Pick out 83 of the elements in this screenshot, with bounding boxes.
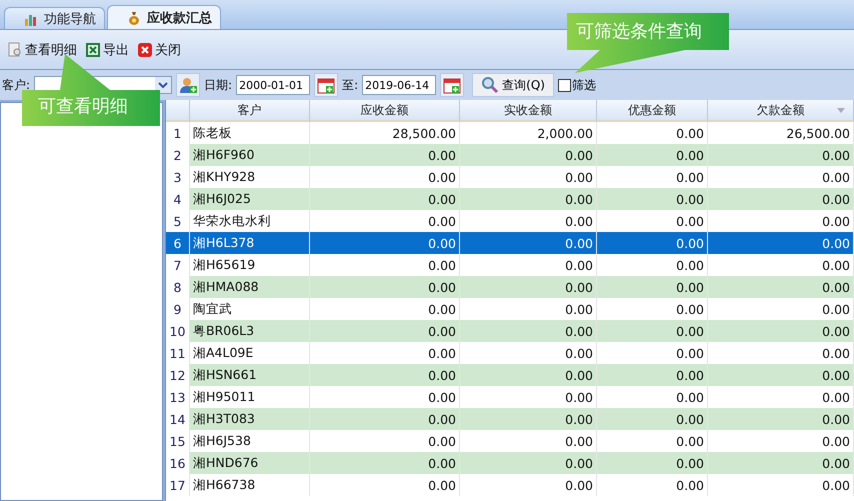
row-number: 13 — [166, 386, 190, 408]
toolbar-button[interactable]: 导出 — [84, 38, 130, 60]
tab[interactable]: 功能导航 — [4, 7, 105, 29]
row-number: 17 — [166, 474, 190, 496]
table-cell: 湘H6J025 — [190, 188, 310, 210]
query-button[interactable]: 查询(Q) — [472, 73, 554, 97]
filter-checkbox[interactable]: 筛选 — [558, 76, 596, 94]
to-label: 至: — [342, 76, 358, 94]
table-cell: 0.00 — [310, 408, 460, 430]
table-cell: 0.00 — [597, 408, 708, 430]
row-number: 15 — [166, 430, 190, 452]
table-cell: 0.00 — [708, 144, 854, 166]
corner-header — [166, 100, 190, 122]
spreadsheet-icon — [85, 42, 101, 58]
column-header[interactable]: 应收金额 — [310, 100, 460, 122]
table-cell: 湘H6L378 — [190, 232, 310, 254]
search-icon — [481, 76, 500, 94]
table-cell: 湘H3T083 — [190, 408, 310, 430]
table-cell: 0.00 — [460, 232, 597, 254]
document-search-icon — [7, 42, 23, 58]
add-customer-button[interactable] — [176, 73, 200, 97]
column-header[interactable]: 优惠金额 — [597, 100, 708, 122]
table-cell: 0.00 — [708, 320, 854, 342]
table-cell: 0.00 — [460, 364, 597, 386]
table-cell: 0.00 — [460, 144, 597, 166]
table-cell: 0.00 — [708, 452, 854, 474]
row-number: 3 — [166, 166, 190, 188]
money-bag-icon — [126, 10, 142, 26]
column-header[interactable]: 实收金额 — [460, 100, 597, 122]
row-number: 9 — [166, 298, 190, 320]
row-number: 6 — [166, 232, 190, 254]
table-cell: 湘HSN661 — [190, 364, 310, 386]
table-cell: 0.00 — [460, 408, 597, 430]
start-date-field[interactable]: 2000-01-01 — [236, 75, 310, 95]
table-cell: 湘H6F960 — [190, 144, 310, 166]
table-cell: 0.00 — [460, 452, 597, 474]
table-cell: 0.00 — [597, 232, 708, 254]
callout-text: 可查看明细 — [38, 95, 128, 118]
table-cell: 0.00 — [597, 276, 708, 298]
table-cell: 湘H66738 — [190, 474, 310, 496]
table-cell: 0.00 — [597, 474, 708, 496]
sort-caret-icon — [837, 108, 845, 113]
table-cell: 0.00 — [708, 364, 854, 386]
table-cell: 0.00 — [310, 474, 460, 496]
toolbar-button[interactable]: 关闭 — [136, 38, 182, 60]
table-cell: 0.00 — [310, 144, 460, 166]
table-cell: 0.00 — [708, 474, 854, 496]
table-cell: 粤BR06L3 — [190, 320, 310, 342]
table-cell: 0.00 — [460, 474, 597, 496]
row-number: 7 — [166, 254, 190, 276]
table-cell: 0.00 — [597, 144, 708, 166]
table-cell: 湘HND676 — [190, 452, 310, 474]
column-header[interactable]: 欠款金额 — [708, 100, 854, 122]
table-cell: 0.00 — [460, 188, 597, 210]
table-cell: 0.00 — [597, 364, 708, 386]
chevron-down-icon — [158, 80, 168, 90]
date-label: 日期: — [204, 76, 232, 94]
tab[interactable]: 应收款汇总 — [107, 5, 221, 29]
table-cell: 0.00 — [310, 188, 460, 210]
end-date-field[interactable]: 2019-06-14 — [362, 75, 436, 95]
close-icon — [137, 42, 153, 58]
table-cell: 0.00 — [310, 320, 460, 342]
table-cell: 0.00 — [708, 188, 854, 210]
row-number: 1 — [166, 122, 190, 144]
table-cell: 0.00 — [708, 408, 854, 430]
table-cell: 0.00 — [460, 320, 597, 342]
table-cell: 0.00 — [310, 364, 460, 386]
table-cell: 0.00 — [597, 452, 708, 474]
table-cell: 0.00 — [597, 320, 708, 342]
table-cell: 0.00 — [460, 276, 597, 298]
customer-label: 客户: — [2, 76, 30, 94]
table-cell: 0.00 — [708, 276, 854, 298]
table-cell: 0.00 — [310, 276, 460, 298]
table-cell: 0.00 — [708, 232, 854, 254]
column-header[interactable]: 客户 — [190, 100, 310, 122]
table-cell: 0.00 — [310, 232, 460, 254]
table-cell: 0.00 — [310, 452, 460, 474]
calendar-button[interactable] — [314, 73, 338, 97]
table-cell: 0.00 — [597, 188, 708, 210]
calendar-button[interactable] — [440, 73, 464, 97]
callout-text: 可筛选条件查询 — [576, 20, 702, 43]
table-cell: 湘HMA088 — [190, 276, 310, 298]
row-number: 11 — [166, 342, 190, 364]
